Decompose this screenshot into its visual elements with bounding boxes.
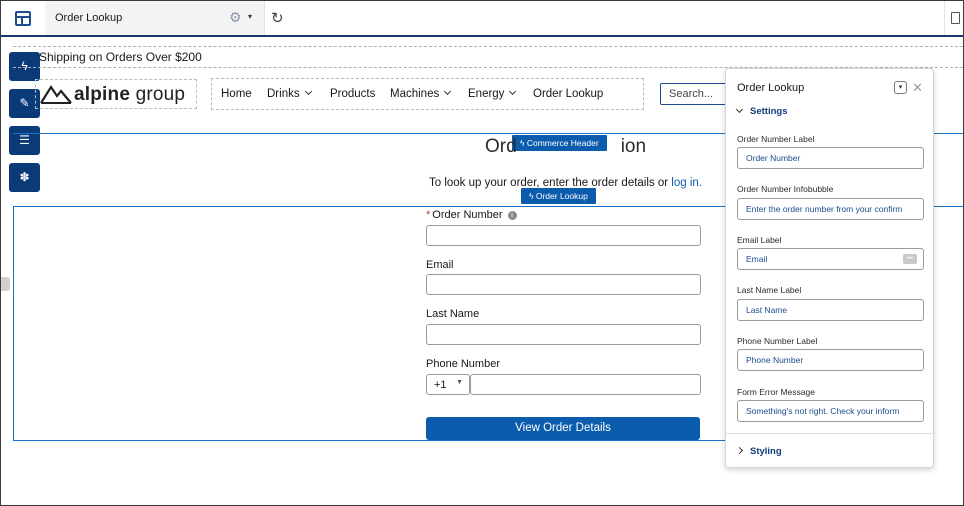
email-input[interactable] (426, 274, 701, 295)
device-icon[interactable] (951, 12, 960, 24)
field-options-icon[interactable]: ••• (903, 254, 917, 264)
promo-top-border (13, 46, 963, 47)
promo-banner-text: Shipping on Orders Over $200 (39, 50, 202, 64)
last-name-input[interactable] (426, 324, 701, 345)
nav-item-drinks[interactable]: Drinks (267, 87, 312, 100)
chevron-down-icon (735, 105, 744, 114)
refresh-icon[interactable]: ↻ (271, 9, 284, 27)
phone-number-label-field-label: Phone Number Label (737, 336, 818, 346)
email-label-field-label: Email Label (737, 235, 782, 245)
page-structure-list-button[interactable]: ☰ (9, 126, 40, 155)
page-name: Order Lookup (55, 12, 123, 24)
chevron-right-icon (735, 446, 744, 455)
order-number-label-field-label: Order Number Label (737, 134, 815, 144)
form-error-message-field-label: Form Error Message (737, 387, 815, 397)
last-name-label-field-label: Last Name Label (737, 285, 802, 295)
last-name-label-field[interactable]: Last Name (737, 299, 924, 321)
login-link[interactable]: log in. (671, 177, 702, 189)
page-dropdown-caret-icon[interactable]: ▾ (248, 12, 252, 21)
page-settings-gear-icon[interactable]: ⚙ (229, 9, 242, 26)
nav-item-order-lookup[interactable]: Order Lookup (533, 88, 603, 100)
panel-menu-icon[interactable]: ▾ (894, 81, 907, 94)
info-icon[interactable]: i (507, 211, 517, 220)
chevron-down-icon: ▼ (456, 379, 463, 386)
top-bar-right-area (944, 1, 963, 35)
chevron-down-icon (444, 87, 452, 96)
experience-builder-window: Order Lookup ⚙ ▾ ↻ ϟ ✎ ☰ ✽ Shipping on O… (0, 0, 964, 506)
main-navigation: Home Drinks Products Machines Energy Ord… (211, 78, 644, 110)
panel-title: Order Lookup (737, 82, 805, 94)
nav-item-products[interactable]: Products (330, 88, 375, 100)
order-number-infobubble-field-label: Order Number Infobubble (737, 184, 834, 194)
phone-number-label-field[interactable]: Phone Number (737, 349, 924, 371)
page-title: Ord ion (485, 136, 647, 157)
last-name-label: Last Name (426, 308, 480, 320)
order-lookup-selection-left (13, 206, 14, 441)
email-label-field[interactable]: Email ••• (737, 248, 924, 270)
logo-word-alpine: alpine (74, 84, 131, 105)
chevron-down-icon (509, 87, 517, 96)
nav-item-home[interactable]: Home (221, 88, 252, 100)
order-number-input[interactable] (426, 225, 701, 246)
panel-divider (726, 433, 933, 434)
builder-top-bar: Order Lookup ⚙ ▾ ↻ (1, 1, 963, 37)
order-lookup-selection-bottom (13, 440, 726, 441)
nav-item-energy[interactable]: Energy (468, 87, 517, 100)
order-number-infobubble-field[interactable]: Enter the order number from your confirm (737, 198, 924, 220)
chevron-down-icon (304, 87, 312, 96)
store-logo[interactable]: alpine group (35, 79, 197, 109)
styling-section-toggle[interactable]: Styling (735, 446, 782, 457)
component-property-panel: Order Lookup ▾ ✕ Settings Order Number L… (725, 68, 934, 468)
close-icon[interactable]: ✕ (912, 80, 923, 96)
settings-button[interactable]: ✽ (9, 163, 40, 192)
country-code-select[interactable]: +1 ▼ (426, 374, 470, 395)
order-lookup-tag[interactable]: ϟ Order Lookup (521, 188, 596, 204)
mountain-logo-icon (40, 84, 72, 104)
order-number-label: * Order Number i (426, 209, 517, 221)
canvas-resize-handle[interactable] (1, 277, 10, 291)
logo-wordmark: alpine group (74, 84, 185, 106)
email-label: Email (426, 259, 454, 271)
phone-number-label: Phone Number (426, 358, 500, 370)
page-selector[interactable]: Order Lookup ⚙ ▾ (45, 1, 265, 35)
view-order-details-button[interactable]: View Order Details (426, 417, 700, 440)
order-number-label-field[interactable]: Order Number (737, 147, 924, 169)
phone-number-input[interactable] (470, 374, 701, 395)
form-error-message-field[interactable]: Something's not right. Check your inform (737, 400, 924, 422)
logo-word-group: group (135, 84, 186, 105)
nav-item-machines[interactable]: Machines (390, 87, 452, 100)
layout-icon[interactable] (15, 11, 31, 26)
settings-section-toggle[interactable]: Settings (735, 105, 787, 117)
